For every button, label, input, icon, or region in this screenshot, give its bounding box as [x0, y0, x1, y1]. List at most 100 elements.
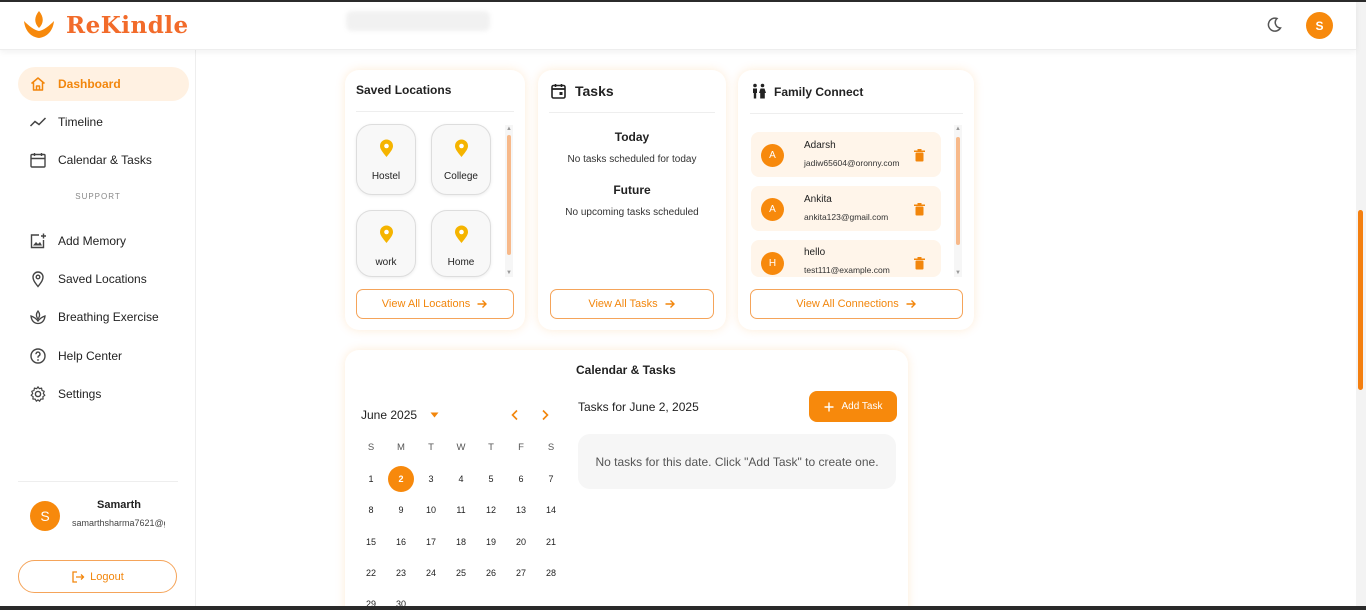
family-connect-title: Family Connect [774, 85, 864, 99]
calendar-day[interactable]: 21 [536, 530, 566, 554]
blurred-header [346, 11, 490, 31]
scroll-down-arrow[interactable]: ▼ [954, 269, 962, 277]
connection-avatar: H [761, 252, 784, 275]
calendar-day-selected[interactable]: 2 [388, 466, 414, 492]
trash-icon[interactable] [914, 257, 925, 270]
chevron-right-icon[interactable] [540, 409, 550, 421]
calendar-day[interactable]: 16 [386, 530, 416, 554]
calendar-day[interactable]: 24 [416, 561, 446, 585]
location-tile[interactable]: Hostel [356, 124, 416, 195]
calendar-day[interactable]: 1 [356, 467, 386, 491]
logo[interactable]: ReKindle [22, 9, 189, 41]
connection-email: jadiw65604@oronny.com [804, 158, 900, 168]
button-label: Add Task [841, 401, 883, 412]
scroll-up-arrow[interactable]: ▲ [954, 125, 962, 133]
location-tile[interactable]: work [356, 210, 416, 277]
calendar-day[interactable]: 20 [506, 530, 536, 554]
location-tile[interactable]: College [431, 124, 491, 195]
future-empty-text: No upcoming tasks scheduled [565, 207, 699, 218]
logo-icon [24, 11, 54, 38]
calendar-day[interactable]: 22 [356, 561, 386, 585]
top-bar: ReKindle S [0, 0, 1356, 50]
sidebar-item-calendar-tasks[interactable]: Calendar & Tasks [18, 143, 189, 177]
calendar-day[interactable]: 26 [476, 561, 506, 585]
calendar-day[interactable]: 9 [386, 498, 416, 522]
help-icon [30, 348, 46, 364]
sidebar-item-help-center[interactable]: Help Center [18, 339, 189, 373]
moon-icon[interactable] [1265, 16, 1283, 34]
calendar-day[interactable]: 13 [506, 498, 536, 522]
calendar-day[interactable]: 23 [386, 561, 416, 585]
connection-name: hello [804, 247, 826, 258]
scroll-thumb[interactable] [507, 135, 511, 255]
location-tile[interactable]: Home [431, 210, 491, 277]
chevron-left-icon[interactable] [510, 409, 520, 421]
calendar-day[interactable]: 11 [446, 498, 476, 522]
logout-label: Logout [90, 570, 124, 583]
sidebar-item-saved-locations[interactable]: Saved Locations [18, 262, 189, 296]
sidebar-item-dashboard[interactable]: Dashboard [18, 67, 189, 101]
sidebar-item-label: Saved Locations [58, 272, 147, 286]
calendar-day[interactable]: 10 [416, 498, 446, 522]
home-icon [31, 77, 45, 91]
calendar-day[interactable]: 15 [356, 530, 386, 554]
weekday-label: M [397, 442, 405, 453]
location-label: College [444, 171, 478, 182]
connection-item[interactable]: A Adarsh jadiw65604@oronny.com [751, 132, 941, 177]
scroll-thumb[interactable] [1358, 210, 1363, 390]
calendar-day[interactable]: 25 [446, 561, 476, 585]
calendar-day[interactable]: 17 [416, 530, 446, 554]
connection-item[interactable]: H hello test111@example.com [751, 240, 941, 277]
divider [750, 113, 963, 114]
weekday-label: S [367, 442, 375, 453]
scroll-thumb[interactable] [956, 137, 960, 245]
family-icon [753, 83, 766, 99]
tasks-for-date: Tasks for June 2, 2025 [578, 400, 699, 414]
calendar-day[interactable]: 3 [416, 467, 446, 491]
sidebar-item-breathing-exercise[interactable]: Breathing Exercise [18, 300, 189, 334]
arrow-right-icon [906, 300, 916, 308]
calendar-day[interactable]: 5 [476, 467, 506, 491]
calendar-day[interactable]: 27 [506, 561, 536, 585]
trash-icon[interactable] [914, 149, 925, 162]
saved-locations-title: Saved Locations [356, 83, 452, 97]
calendar-day[interactable]: 6 [506, 467, 536, 491]
window-top-border [0, 0, 1366, 2]
calendar-day[interactable]: 8 [356, 498, 386, 522]
weekday-label: T [428, 442, 434, 453]
calendar-day[interactable]: 4 [446, 467, 476, 491]
month-label[interactable]: June 2025 [361, 408, 417, 422]
calendar-day[interactable]: 7 [536, 467, 566, 491]
weekday-label: T [488, 442, 494, 453]
connection-email: ankita123@gmail.com [804, 212, 889, 222]
view-all-connections-button[interactable]: View All Connections [750, 289, 963, 319]
calendar-day[interactable]: 14 [536, 498, 566, 522]
connections-scrollbar[interactable]: ▲ ▼ [954, 125, 962, 277]
view-all-tasks-button[interactable]: View All Tasks [550, 289, 714, 319]
sidebar-item-add-memory[interactable]: Add Memory [18, 224, 189, 258]
add-task-button[interactable]: Add Task [809, 391, 897, 422]
avatar[interactable]: S [1306, 12, 1333, 39]
trash-icon[interactable] [914, 203, 925, 216]
scroll-up-arrow[interactable]: ▲ [505, 125, 513, 133]
calendar-day[interactable]: 18 [446, 530, 476, 554]
arrow-right-icon [477, 300, 488, 308]
logout-button[interactable]: Logout [18, 560, 177, 593]
calendar-day[interactable]: 28 [536, 561, 566, 585]
locations-scrollbar[interactable]: ▲ ▼ [505, 125, 513, 277]
scroll-down-arrow[interactable]: ▼ [505, 269, 513, 277]
location-label: Home [447, 257, 475, 268]
caret-down-icon[interactable] [430, 412, 439, 418]
future-heading: Future [613, 183, 651, 197]
view-all-locations-button[interactable]: View All Locations [356, 289, 514, 319]
button-label: View All Tasks [588, 298, 658, 310]
sidebar-item-settings[interactable]: Settings [18, 377, 189, 411]
calendar-day[interactable]: 12 [476, 498, 506, 522]
calendar-tasks-title: Calendar & Tasks [576, 363, 676, 377]
calendar-day[interactable]: 19 [476, 530, 506, 554]
divider [356, 111, 514, 112]
weekday-label: W [456, 442, 466, 453]
sidebar-item-timeline[interactable]: Timeline [18, 105, 189, 139]
page-scrollbar[interactable] [1356, 0, 1366, 610]
connection-item[interactable]: A Ankita ankita123@gmail.com [751, 186, 941, 231]
